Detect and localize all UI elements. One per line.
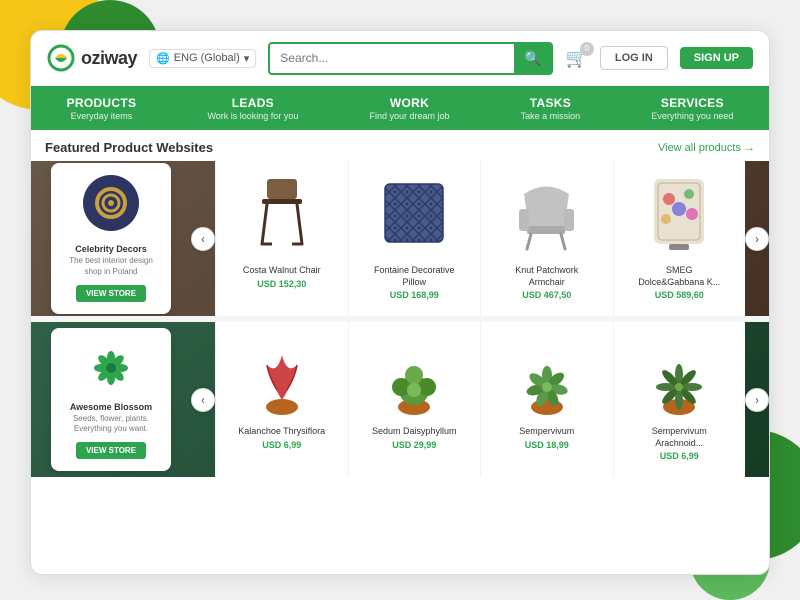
carousel-next-button-1[interactable]: › — [745, 227, 769, 251]
kalanchoe-name: Kalanchoe Thrysiflora — [238, 426, 325, 438]
search-bar: 🔍 — [268, 42, 553, 75]
product-card-sedum[interactable]: Sedum Daisyphyllum USD 29,99 — [348, 322, 481, 477]
chair-price: USD 152,30 — [257, 279, 306, 289]
globe-icon: 🌐 — [156, 52, 170, 65]
celebrity-store-desc: The best interior design shop in Poland — [63, 256, 159, 277]
product-card-kalanchoe[interactable]: Kalanchoe Thrysiflora USD 6,99 — [215, 322, 348, 477]
product-card-smeg[interactable]: SMEG Dolce&Gabbana K... USD 589,60 — [613, 161, 746, 316]
chair-image — [242, 171, 322, 261]
search-icon: 🔍 — [524, 50, 541, 67]
logo[interactable]: oziway — [47, 44, 137, 72]
nav-services-label: SERVICES — [661, 96, 724, 110]
furniture-section: CELEBRITY Celebrity Decors The best inte… — [31, 161, 769, 316]
carousel-prev-button-2[interactable]: ‹ — [191, 388, 215, 412]
plants-products-list: Kalanchoe Thrysiflora USD 6,99 — [215, 322, 745, 477]
sedum-image — [374, 332, 454, 422]
smeg-name: SMEG Dolce&Gabbana K... — [634, 265, 724, 288]
sempervivum2-price: USD 6,99 — [660, 451, 699, 461]
sempervivum2-name: Sempervivum Arachnoid... — [634, 426, 724, 449]
product-card-armchair[interactable]: Knut Patchwork Armchair USD 467,50 — [480, 161, 613, 316]
nav-work-sub: Find your dream job — [369, 111, 449, 121]
blossom-view-store-button[interactable]: VIEW STORE — [76, 442, 146, 459]
celebrity-ring-icon — [93, 185, 129, 221]
sedum-name: Sedum Daisyphyllum — [372, 426, 457, 438]
blossom-store-featured: Awesome Blossom Seeds, flower, plants. E… — [31, 322, 191, 477]
pillow-price: USD 168,99 — [390, 290, 439, 300]
armchair-price: USD 467,50 — [522, 290, 571, 300]
chevron-down-icon: ▾ — [244, 52, 250, 65]
plants-section: Awesome Blossom Seeds, flower, plants. E… — [31, 322, 769, 477]
product-card-chair[interactable]: Costa Walnut Chair USD 152,30 — [215, 161, 348, 316]
product-card-pillow[interactable]: Fontaine Decorative Pillow USD 168,99 — [348, 161, 481, 316]
sempervivum-name: Sempervivum — [519, 426, 574, 438]
cart-button[interactable]: 🛒 0 — [565, 48, 587, 69]
sempervivum-price: USD 18,99 — [525, 440, 569, 450]
nav-work-label: WORK — [390, 96, 429, 110]
main-container: oziway 🌐 ENG (Global) ▾ 🔍 🛒 0 LOG IN SIG… — [30, 30, 770, 575]
nav-tasks-label: TASKS — [530, 96, 571, 110]
featured-title: Featured Product Websites — [45, 140, 213, 155]
furniture-products-row: CELEBRITY Celebrity Decors The best inte… — [31, 161, 769, 316]
signup-button[interactable]: SIGN UP — [680, 47, 753, 69]
nav-leads-sub: Work is looking for you — [207, 111, 298, 121]
blossom-flower-icon — [91, 348, 131, 388]
pillow-image — [374, 171, 454, 261]
blossom-logo-wrap — [83, 340, 139, 396]
celebrity-badge: CELEBRITY — [63, 237, 159, 244]
celebrity-logo-wrap — [83, 175, 139, 231]
blossom-logo — [83, 340, 139, 396]
logo-icon — [47, 44, 75, 72]
celebrity-logo — [83, 175, 139, 231]
nav-products-sub: Everyday items — [71, 111, 133, 121]
blossom-store-desc: Seeds, flower, plants. Everything you wa… — [63, 414, 159, 435]
armchair-image — [507, 171, 587, 261]
featured-section-header: Featured Product Websites View all produ… — [31, 130, 769, 161]
nav-services[interactable]: SERVICES Everything you need — [631, 92, 753, 125]
logo-text: oziway — [81, 48, 137, 69]
nav-tasks[interactable]: TASKS Take a mission — [501, 92, 601, 125]
sempervivum-image — [507, 332, 587, 422]
product-card-sempervivum[interactable]: Sempervivum USD 18,99 — [480, 322, 613, 477]
sedum-price: USD 29,99 — [392, 440, 436, 450]
carousel-prev-button-1[interactable]: ‹ — [191, 227, 215, 251]
nav-services-sub: Everything you need — [651, 111, 733, 121]
kalanchoe-image — [242, 332, 322, 422]
header: oziway 🌐 ENG (Global) ▾ 🔍 🛒 0 LOG IN SIG… — [31, 31, 769, 86]
lang-selector[interactable]: 🌐 ENG (Global) ▾ — [149, 49, 256, 68]
content-area: Featured Product Websites View all produ… — [31, 130, 769, 575]
blossom-store-name: Awesome Blossom — [63, 402, 159, 412]
kalanchoe-price: USD 6,99 — [262, 440, 301, 450]
product-card-sempervivum2[interactable]: Sempervivum Arachnoid... USD 6,99 — [613, 322, 746, 477]
nav-work[interactable]: WORK Find your dream job — [349, 92, 469, 125]
nav-products[interactable]: PRODUCTS Everyday items — [47, 92, 157, 125]
search-input[interactable] — [270, 45, 514, 71]
blossom-store-card: Awesome Blossom Seeds, flower, plants. E… — [51, 328, 171, 472]
smeg-price: USD 589,60 — [655, 290, 704, 300]
celebrity-store-featured: CELEBRITY Celebrity Decors The best inte… — [31, 161, 191, 316]
carousel-next-button-2[interactable]: › — [745, 388, 769, 412]
sempervivum2-image — [639, 332, 719, 422]
nav-leads[interactable]: LEADS Work is looking for you — [187, 92, 318, 125]
search-button[interactable]: 🔍 — [514, 44, 551, 73]
celebrity-store-card: CELEBRITY Celebrity Decors The best inte… — [51, 163, 171, 314]
view-all-link[interactable]: View all products → — [658, 142, 755, 154]
furniture-products-list: Costa Walnut Chair USD 152,30 — [215, 161, 745, 316]
nav-tasks-sub: Take a mission — [521, 111, 581, 121]
plants-products-row: Awesome Blossom Seeds, flower, plants. E… — [31, 322, 769, 477]
smeg-image — [639, 171, 719, 261]
lang-label: ENG (Global) — [174, 52, 240, 64]
celebrity-view-store-button[interactable]: VIEW STORE — [76, 285, 146, 302]
view-all-text: View all products → — [658, 142, 755, 154]
armchair-name: Knut Patchwork Armchair — [502, 265, 592, 288]
cart-area: 🛒 0 — [565, 48, 587, 69]
nav-products-label: PRODUCTS — [67, 96, 137, 110]
login-button[interactable]: LOG IN — [600, 46, 668, 70]
main-nav: PRODUCTS Everyday items LEADS Work is lo… — [31, 86, 769, 130]
chair-name: Costa Walnut Chair — [243, 265, 321, 277]
pillow-name: Fontaine Decorative Pillow — [369, 265, 459, 288]
nav-leads-label: LEADS — [232, 96, 274, 110]
celebrity-store-name: Celebrity Decors — [63, 244, 159, 254]
cart-badge: 0 — [580, 42, 594, 56]
